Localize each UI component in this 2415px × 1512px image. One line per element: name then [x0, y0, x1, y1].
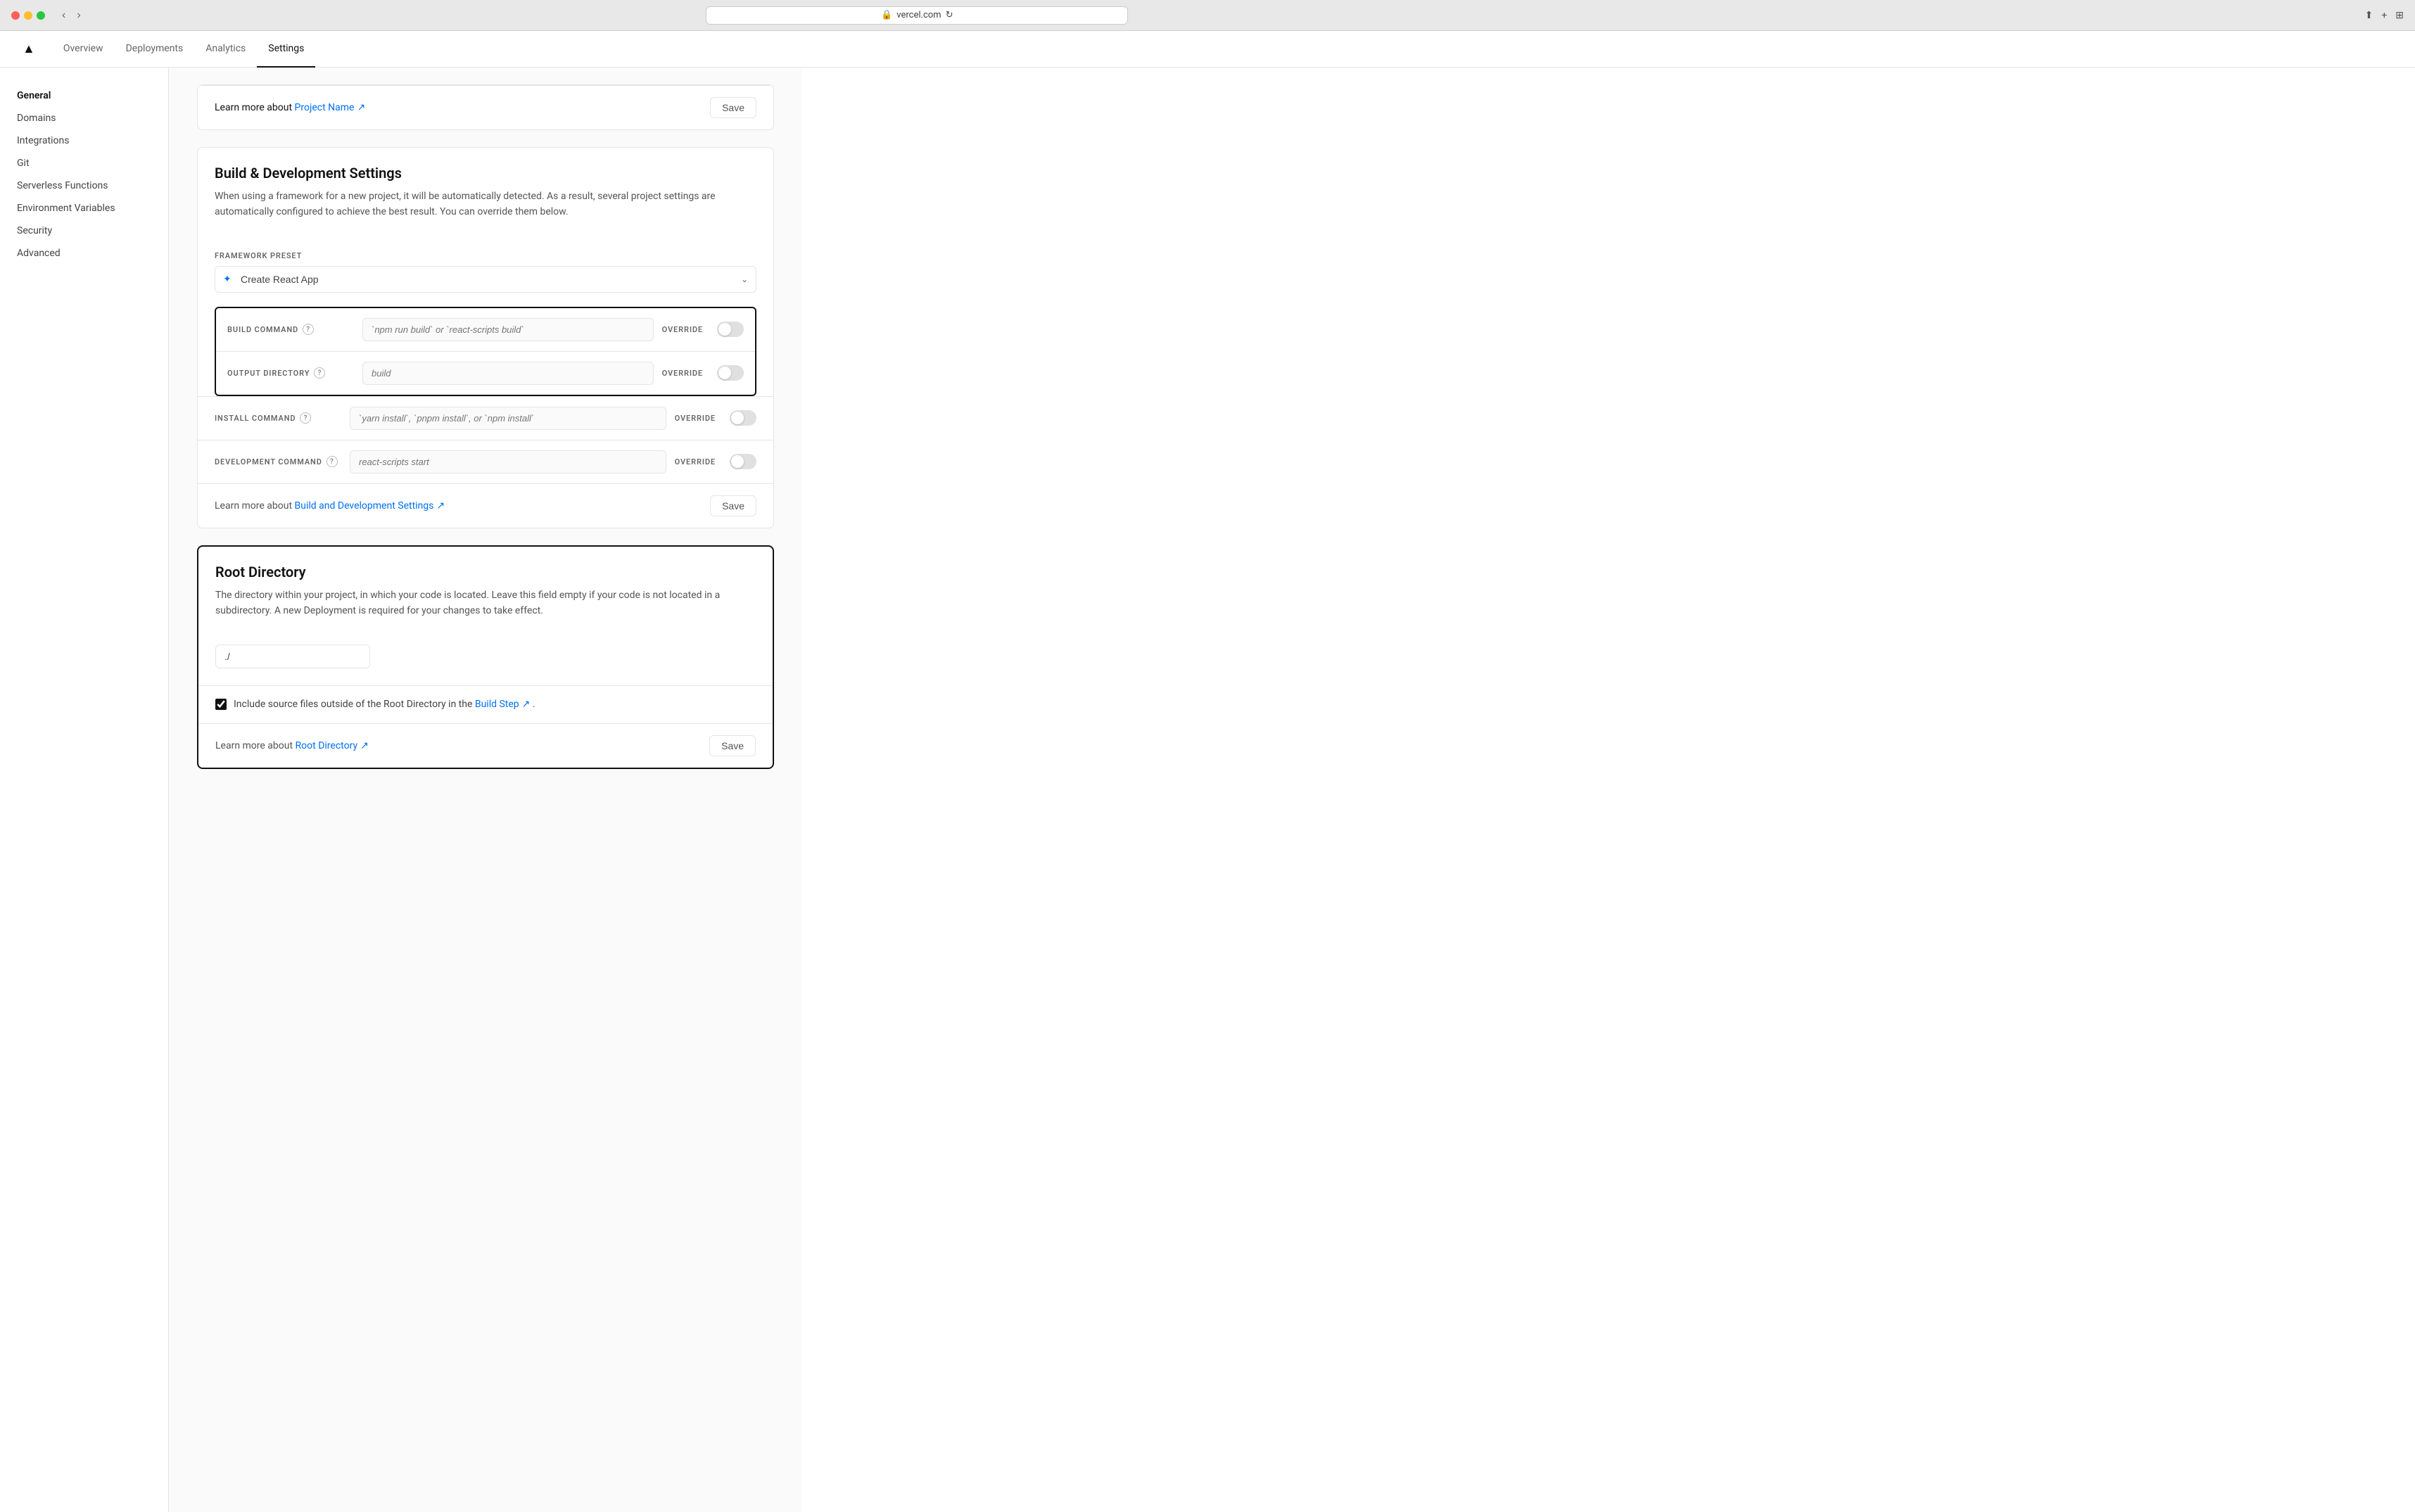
address-bar[interactable]: 🔒 vercel.com ↻	[706, 6, 1128, 25]
build-step-external-link-icon: ↗	[522, 697, 531, 712]
chevron-down-icon: ⌄	[741, 274, 748, 284]
root-dir-checkbox-row: Include source files outside of the Root…	[198, 685, 773, 723]
build-override-toggle[interactable]	[717, 322, 744, 337]
url-text: vercel.com	[896, 10, 941, 20]
sidebar-item-serverless-functions[interactable]: Serverless Functions	[0, 174, 168, 197]
build-card-header: Build & Development Settings When using …	[198, 148, 773, 251]
reload-icon[interactable]: ↻	[946, 10, 953, 20]
build-card-footer: Learn more about Build and Development S…	[198, 483, 773, 528]
output-directory-row: OUTPUT DIRECTORY ? OVERRIDE	[216, 351, 755, 395]
build-toggle-knob	[718, 323, 731, 336]
framework-preset-label: FRAMEWORK PRESET	[215, 251, 756, 260]
sidebar-item-git[interactable]: Git	[0, 152, 168, 174]
install-command-row: INSTALL COMMAND ? OVERRIDE	[198, 396, 773, 440]
root-dir-header: Root Directory The directory within your…	[198, 547, 773, 685]
browser-dots	[11, 11, 45, 20]
share-icon[interactable]: ⬆	[2365, 10, 2373, 21]
sidebar-item-advanced[interactable]: Advanced	[0, 242, 168, 265]
top-nav: ▲ Overview Deployments Analytics Setting…	[0, 31, 2415, 68]
framework-preset-select[interactable]: Create React App	[215, 266, 756, 293]
grid-icon[interactable]: ⊞	[2395, 10, 2404, 21]
maximize-dot[interactable]	[37, 11, 45, 20]
tab-analytics[interactable]: Analytics	[194, 31, 257, 68]
output-directory-help-icon[interactable]: ?	[314, 367, 325, 379]
project-name-card: Learn more about Project Name ↗ Save	[197, 84, 774, 130]
project-name-footer: Learn more about Project Name ↗ Save	[198, 85, 773, 129]
output-override-label: OVERRIDE	[662, 369, 703, 378]
install-command-input[interactable]	[350, 407, 666, 430]
highlighted-commands-group: BUILD COMMAND ? OVERRIDE OUTPUT DIRECTOR…	[215, 307, 756, 396]
root-directory-card: Root Directory The directory within your…	[197, 545, 774, 769]
build-card-description: When using a framework for a new project…	[215, 189, 756, 220]
toolbar-right: ⬆ + ⊞	[2365, 10, 2404, 21]
tab-deployments[interactable]: Deployments	[115, 31, 195, 68]
sidebar-item-general[interactable]: General	[0, 84, 168, 107]
sidebar-item-environment-variables[interactable]: Environment Variables	[0, 197, 168, 220]
install-command-label: INSTALL COMMAND ?	[215, 412, 341, 424]
project-name-learn-more-text: Learn more about Project Name ↗	[215, 102, 365, 113]
install-toggle-knob	[731, 412, 744, 424]
build-dev-settings-card: Build & Development Settings When using …	[197, 147, 774, 528]
build-card-title: Build & Development Settings	[215, 165, 756, 182]
include-source-files-checkbox[interactable]	[215, 699, 227, 710]
build-save-button[interactable]: Save	[710, 495, 756, 516]
root-dir-description: The directory within your project, in wh…	[215, 587, 756, 619]
build-command-input[interactable]	[362, 318, 654, 341]
root-dir-footer: Learn more about Root Directory ↗ Save	[198, 723, 773, 768]
development-toggle-knob	[731, 455, 744, 468]
build-external-link-icon: ↗	[436, 500, 445, 512]
include-source-files-label: Include source files outside of the Root…	[234, 697, 535, 712]
install-command-help-icon[interactable]: ?	[300, 412, 311, 424]
build-step-link[interactable]: Build Step ↗	[475, 697, 531, 712]
tab-settings[interactable]: Settings	[257, 31, 315, 68]
build-command-help-icon[interactable]: ?	[303, 324, 314, 335]
browser-navigation: ‹ ›	[59, 6, 84, 25]
sidebar-item-domains[interactable]: Domains	[0, 107, 168, 129]
react-icon: ✦	[223, 274, 232, 285]
root-directory-link[interactable]: Root Directory ↗	[296, 740, 369, 751]
build-learn-more-text: Learn more about Build and Development S…	[215, 500, 445, 512]
close-dot[interactable]	[11, 11, 20, 20]
install-override-label: OVERRIDE	[675, 414, 716, 423]
minimize-dot[interactable]	[24, 11, 32, 20]
root-dir-title: Root Directory	[215, 564, 756, 580]
top-nav-tabs: Overview Deployments Analytics Settings	[52, 31, 316, 68]
install-override-toggle[interactable]	[730, 410, 756, 426]
project-name-save-button[interactable]: Save	[710, 97, 756, 118]
sidebar-item-security[interactable]: Security	[0, 220, 168, 242]
development-command-help-icon[interactable]: ?	[327, 456, 338, 467]
project-name-link[interactable]: Project Name ↗	[295, 102, 366, 113]
root-dir-external-link-icon: ↗	[360, 740, 369, 751]
new-tab-icon[interactable]: +	[2381, 10, 2387, 21]
framework-preset-section: FRAMEWORK PRESET ✦ Create React App ⌄	[198, 251, 773, 307]
external-link-icon: ↗	[357, 102, 365, 113]
build-command-row: BUILD COMMAND ? OVERRIDE	[216, 308, 755, 351]
back-button[interactable]: ‹	[59, 6, 68, 25]
build-command-label: BUILD COMMAND ?	[227, 324, 354, 335]
main-content: Learn more about Project Name ↗ Save Bui…	[169, 68, 802, 1512]
development-command-row: DEVELOPMENT COMMAND ? OVERRIDE	[198, 440, 773, 483]
output-override-toggle[interactable]	[717, 365, 744, 381]
root-dir-input[interactable]	[215, 644, 370, 668]
framework-preset-wrapper: ✦ Create React App ⌄	[215, 266, 756, 293]
build-settings-link[interactable]: Build and Development Settings ↗	[295, 500, 445, 512]
build-override-label: OVERRIDE	[662, 325, 703, 334]
development-command-input[interactable]	[350, 450, 666, 474]
root-dir-learn-more-text: Learn more about Root Directory ↗	[215, 740, 369, 751]
logo: ▲	[23, 42, 35, 56]
tab-overview[interactable]: Overview	[52, 31, 115, 68]
root-dir-save-button[interactable]: Save	[709, 735, 756, 756]
lock-icon: 🔒	[881, 10, 892, 20]
development-override-label: OVERRIDE	[675, 457, 716, 466]
output-toggle-knob	[718, 367, 731, 379]
output-directory-input[interactable]	[362, 362, 654, 385]
sidebar: General Domains Integrations Git Serverl…	[0, 68, 169, 1512]
output-directory-label: OUTPUT DIRECTORY ?	[227, 367, 354, 379]
browser-chrome: ‹ › 🔒 vercel.com ↻ ⬆ + ⊞	[0, 0, 2415, 31]
forward-button[interactable]: ›	[74, 6, 83, 25]
layout: General Domains Integrations Git Serverl…	[0, 68, 2415, 1512]
development-command-label: DEVELOPMENT COMMAND ?	[215, 456, 341, 467]
sidebar-item-integrations[interactable]: Integrations	[0, 129, 168, 152]
development-override-toggle[interactable]	[730, 454, 756, 469]
